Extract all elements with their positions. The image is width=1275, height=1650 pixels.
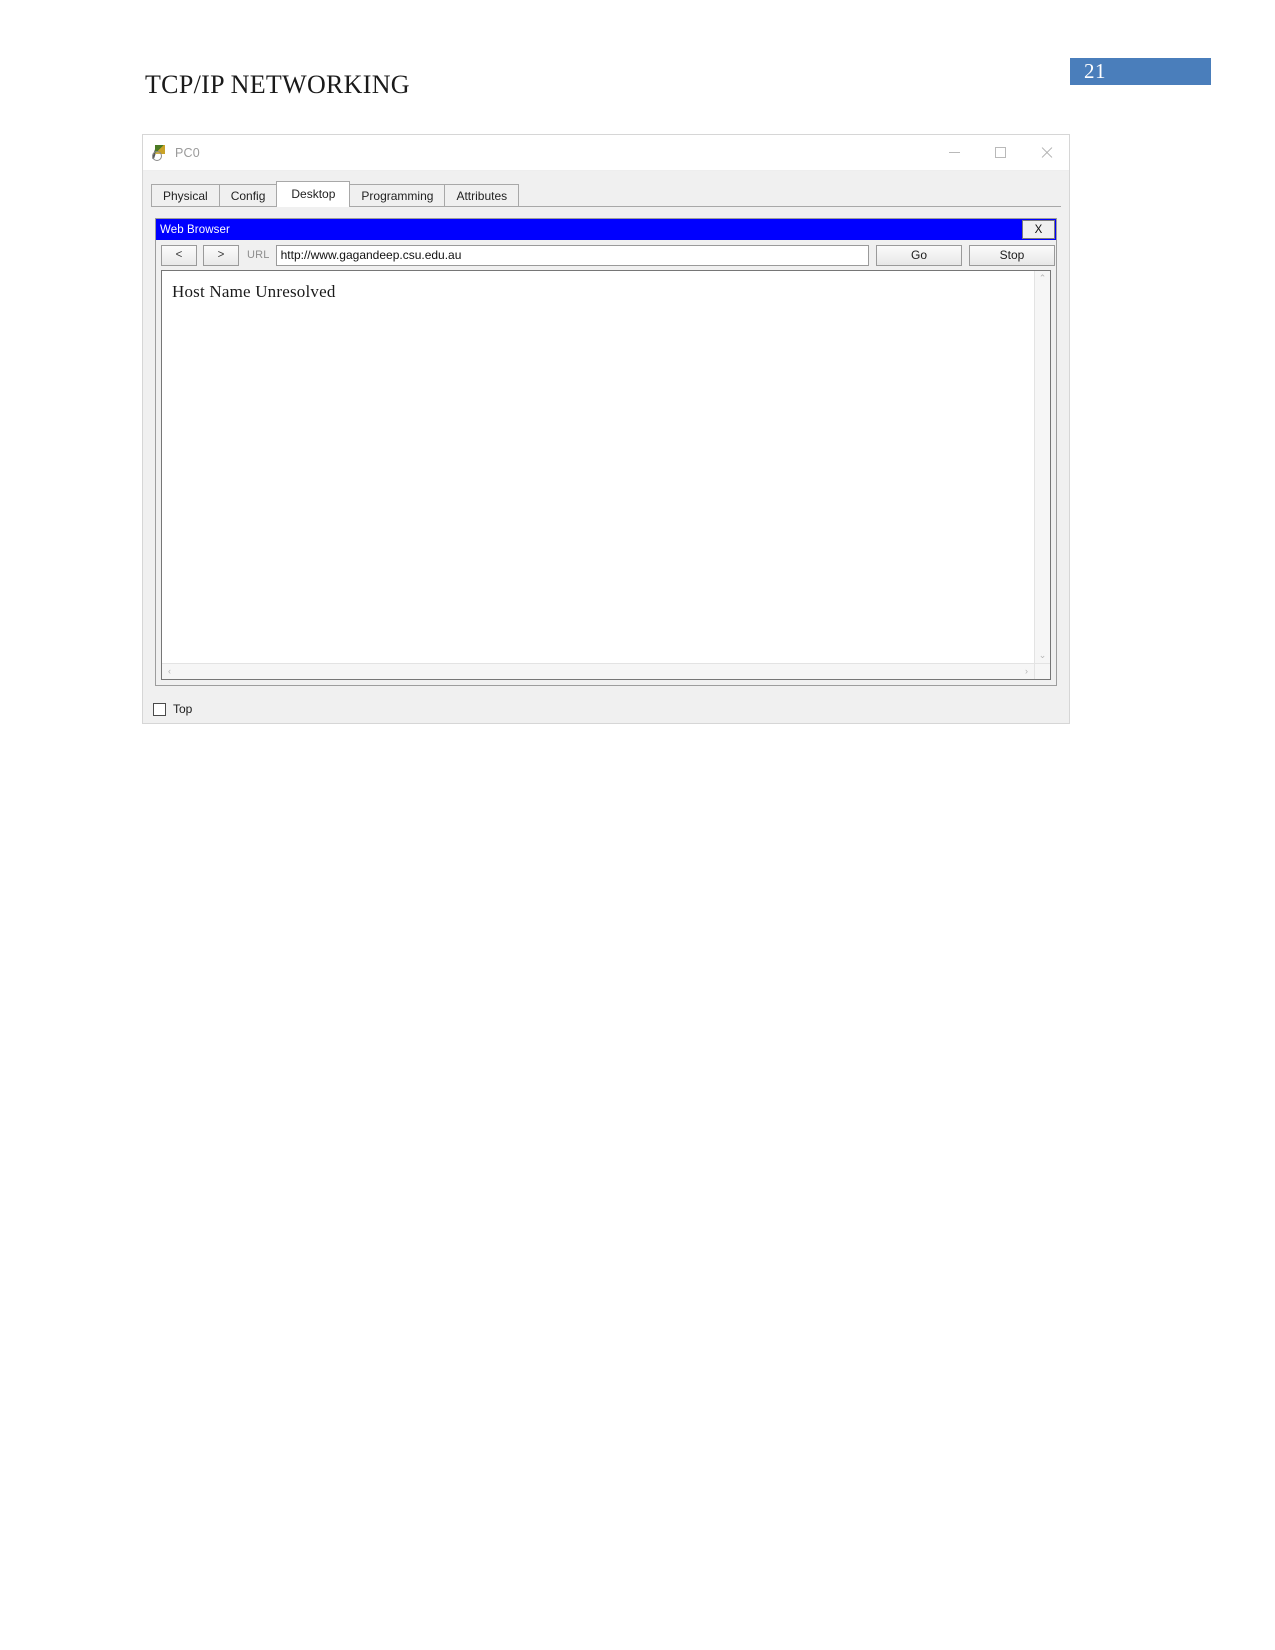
close-icon[interactable] [1023,135,1069,170]
page-message: Host Name Unresolved [172,282,336,301]
page-title: TCP/IP NETWORKING [145,70,410,99]
web-browser-panel: Web Browser X < > URL Go Stop Host Name … [155,218,1057,686]
scroll-left-icon[interactable]: ‹ [162,664,177,679]
scroll-up-icon[interactable]: ⌃ [1035,271,1050,286]
web-browser-titlebar: Web Browser X [156,219,1056,240]
url-input[interactable] [275,244,869,266]
web-browser-viewport: Host Name Unresolved ⌃ ⌄ ‹ › [161,270,1051,680]
scroll-right-icon[interactable]: › [1019,664,1034,679]
url-label: URL [247,249,270,261]
window-title: PC0 [175,145,200,160]
top-checkbox-label: Top [173,702,193,716]
window-titlebar: PC0 [143,135,1069,171]
minimize-icon[interactable] [931,135,977,170]
web-browser-toolbar: < > URL Go Stop [156,240,1056,268]
tab-programming[interactable]: Programming [349,184,446,206]
top-checkbox[interactable] [153,702,166,716]
maximize-icon[interactable] [977,135,1023,170]
tab-config[interactable]: Config [218,184,278,206]
stop-button[interactable]: Stop [969,244,1055,266]
back-button[interactable]: < [161,244,197,266]
window-controls [931,135,1069,170]
viewport-row: Host Name Unresolved ⌃ ⌄ [162,271,1050,663]
web-browser-title: Web Browser [160,223,230,236]
forward-button[interactable]: > [203,244,239,266]
horizontal-scrollbar[interactable]: ‹ › [162,663,1034,679]
top-checkbox-row[interactable]: Top [153,702,192,716]
page-content-area: Host Name Unresolved [162,271,1034,663]
tab-physical[interactable]: Physical [151,184,220,206]
horizontal-scroll-row: ‹ › [162,663,1050,679]
vertical-scrollbar[interactable]: ⌃ ⌄ [1034,271,1050,663]
scrollbar-corner [1034,663,1050,679]
device-tabstrip: Physical Config Desktop Programming Attr… [151,181,1061,207]
device-icon [152,145,167,161]
page-number-badge: 21 [1070,58,1211,85]
tab-desktop[interactable]: Desktop [276,181,351,207]
go-button[interactable]: Go [876,244,962,266]
web-browser-close-button[interactable]: X [1022,220,1055,239]
tab-attributes[interactable]: Attributes [444,184,520,206]
scroll-down-icon[interactable]: ⌄ [1035,648,1050,663]
